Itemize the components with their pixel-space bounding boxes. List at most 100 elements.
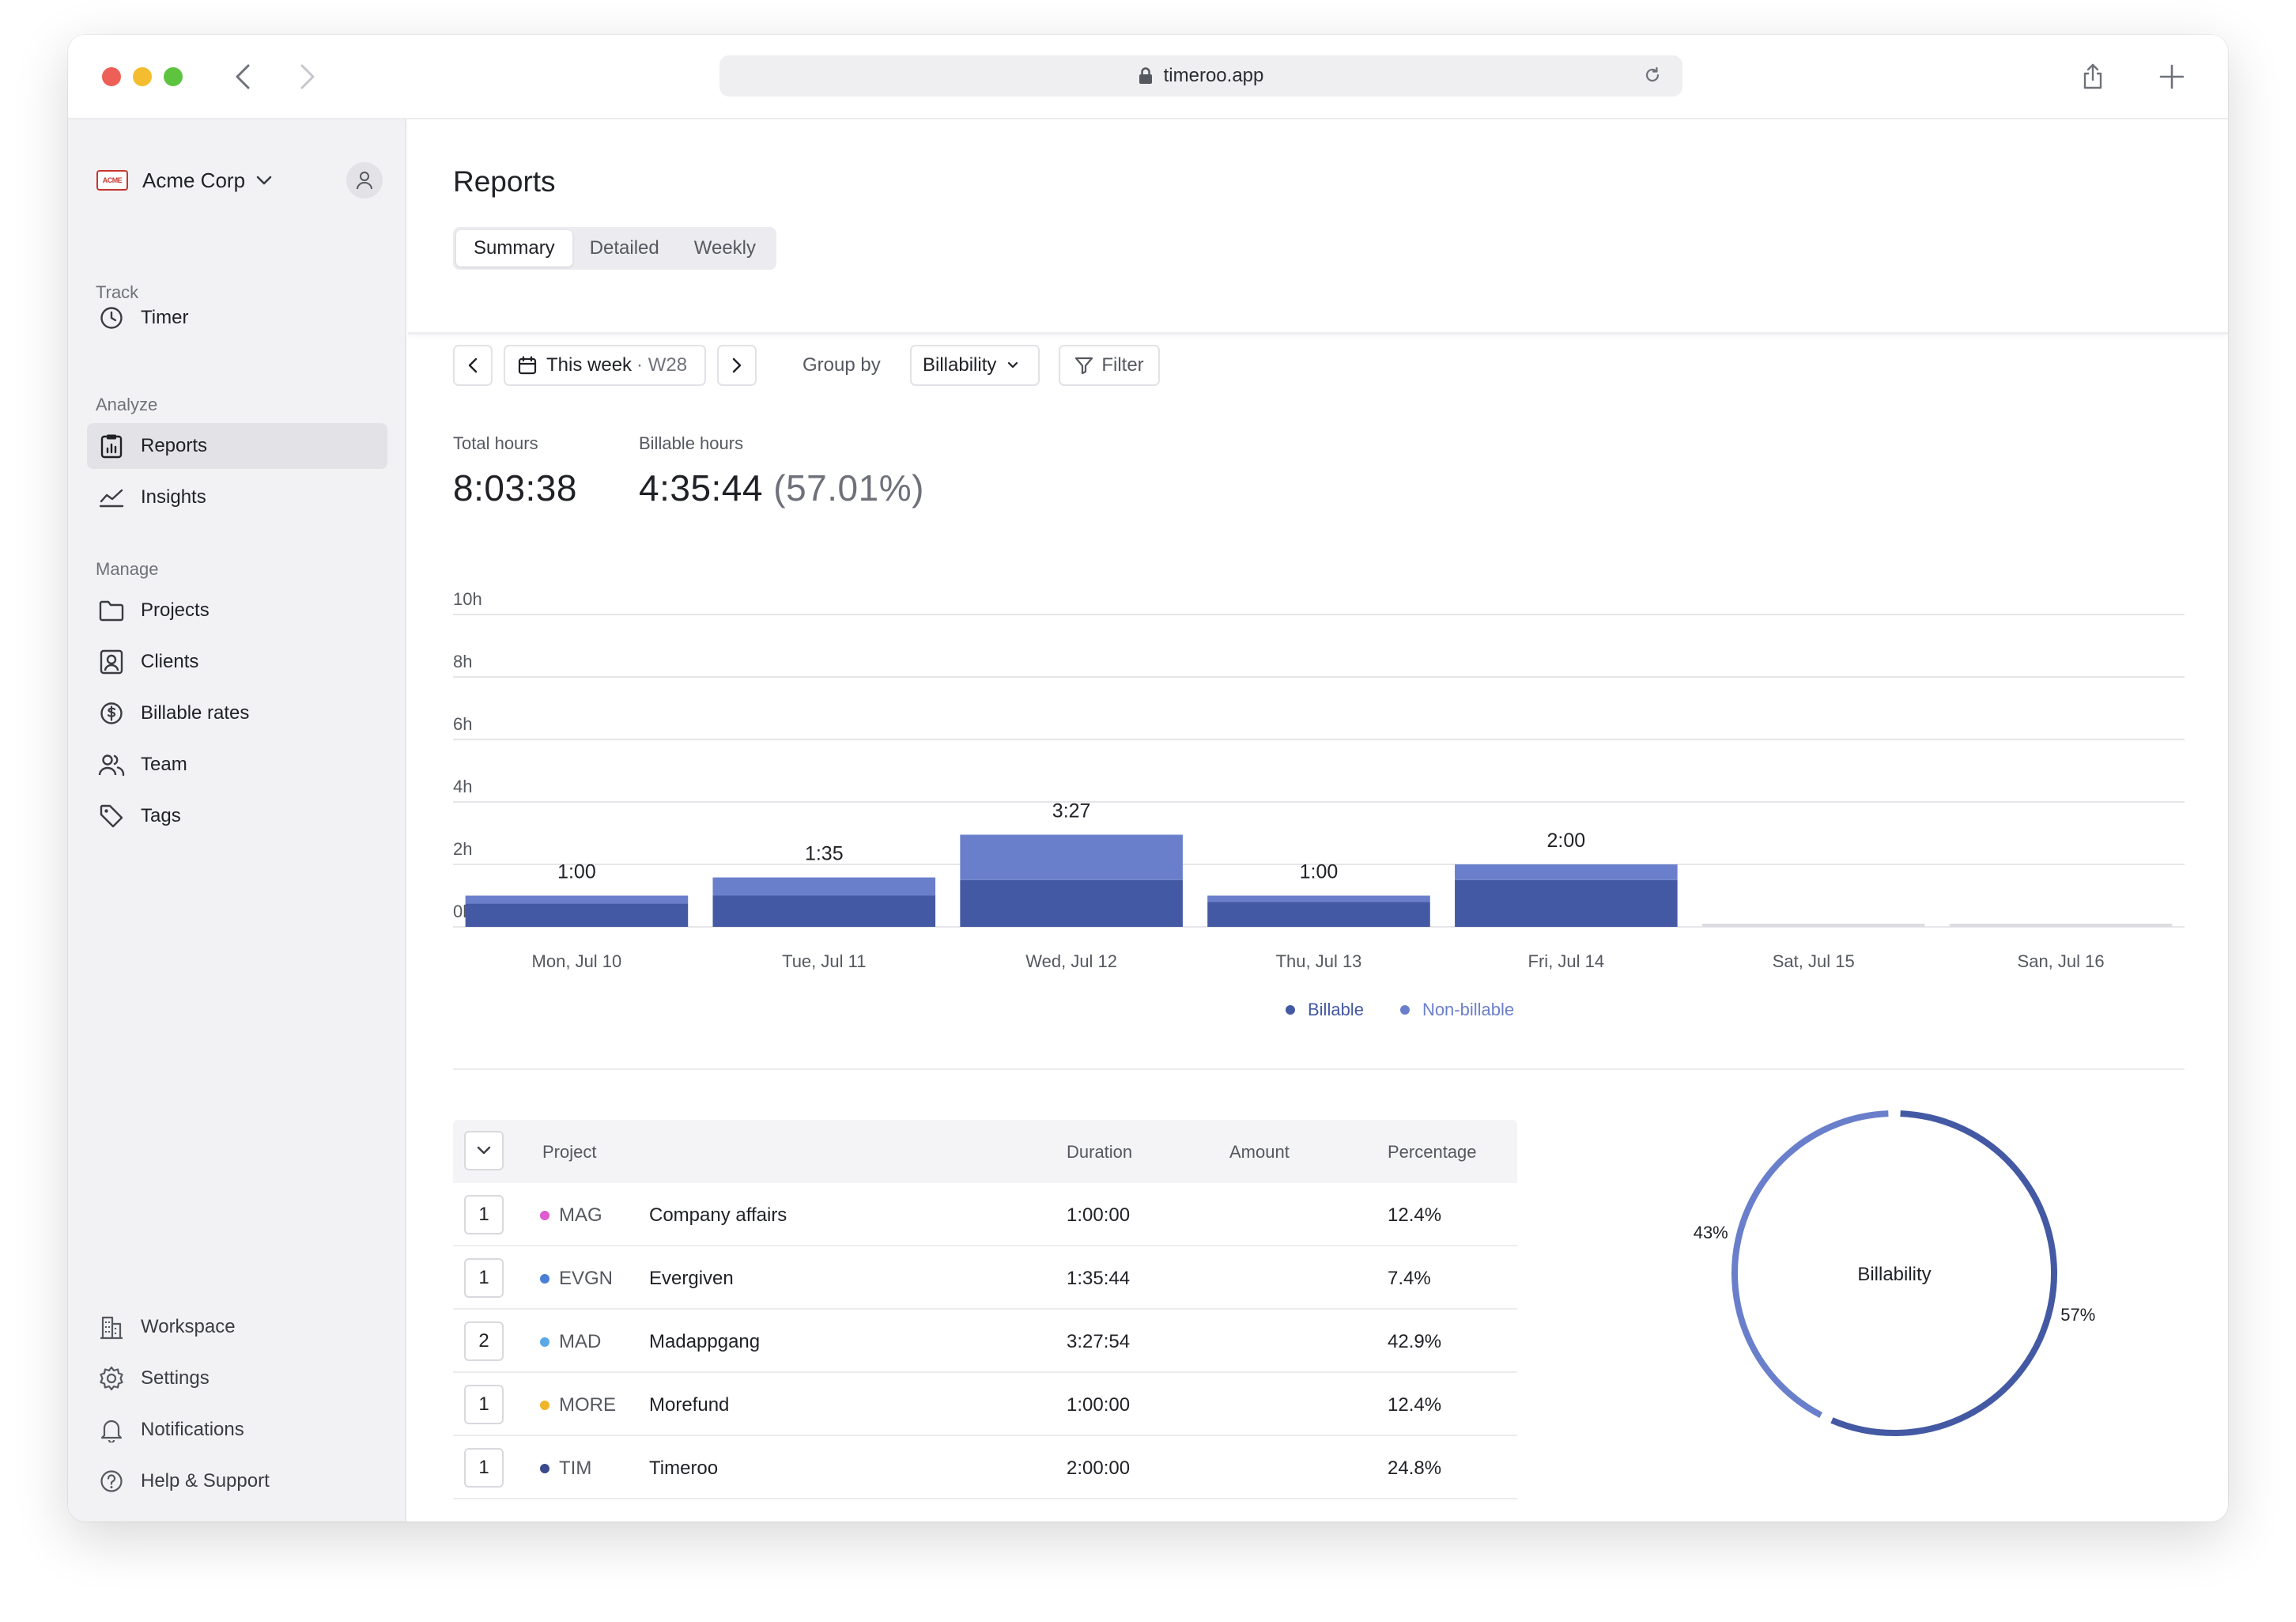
sidebar-item-label: Settings xyxy=(141,1367,210,1389)
reload-icon[interactable] xyxy=(1643,66,1662,90)
x-tick-label: San, Jul 16 xyxy=(2018,951,2105,971)
project-duration: 1:35:44 xyxy=(1067,1268,1131,1289)
column-header-project[interactable]: Project xyxy=(542,1142,596,1163)
sidebar-item-projects[interactable]: Projects xyxy=(87,588,387,633)
donut-slice-label: 57% xyxy=(2060,1305,2095,1325)
chevron-down-icon xyxy=(477,1146,491,1155)
browser-titlebar: timeroo.app xyxy=(68,35,2228,119)
entry-count[interactable]: 1 xyxy=(464,1258,504,1298)
bar-empty xyxy=(1701,924,1925,927)
table-row[interactable]: 1 EVGN Evergiven 1:35:44 7.4% xyxy=(453,1246,1517,1310)
chevron-right-icon xyxy=(300,64,315,89)
bar-segment xyxy=(1455,879,1678,927)
sidebar-item-label: Clients xyxy=(141,651,199,672)
column-header-percentage[interactable]: Percentage xyxy=(1388,1142,1477,1163)
x-tick-label: Mon, Jul 10 xyxy=(532,951,622,971)
sidebar-item-timer[interactable]: Timer xyxy=(87,295,387,341)
share-button[interactable] xyxy=(2075,57,2111,96)
org-name: Acme Corp xyxy=(142,168,246,192)
maximize-window-button[interactable] xyxy=(164,67,183,86)
y-tick-label: 8h xyxy=(453,652,472,671)
sidebar-item-workspace[interactable]: Workspace xyxy=(87,1304,387,1350)
project-code: MORE xyxy=(559,1394,616,1416)
clock-icon xyxy=(98,304,125,331)
plus-icon xyxy=(2159,64,2185,89)
sidebar-item-label: Notifications xyxy=(141,1419,244,1440)
new-tab-button[interactable] xyxy=(2154,57,2190,96)
project-name: Company affairs xyxy=(649,1204,787,1226)
bar-segment xyxy=(465,903,689,927)
y-tick-label: 10h xyxy=(453,589,482,609)
entry-count[interactable]: 1 xyxy=(464,1195,504,1234)
project-code: TIM xyxy=(559,1458,592,1479)
bar-cap xyxy=(960,834,1183,840)
chevron-down-icon xyxy=(256,176,272,185)
chevron-left-icon xyxy=(236,64,250,89)
project-code: MAG xyxy=(559,1204,602,1226)
bar-cap xyxy=(712,877,936,883)
sidebar-item-label: Tags xyxy=(141,805,181,826)
x-tick-label: Sat, Jul 15 xyxy=(1773,951,1855,971)
entry-count[interactable]: 1 xyxy=(464,1448,504,1488)
expand-all-button[interactable] xyxy=(464,1131,504,1170)
table-row[interactable]: 1 TIM Timeroo 2:00:00 24.8% xyxy=(453,1436,1517,1499)
forward-button[interactable] xyxy=(289,57,326,96)
project-name: Madappgang xyxy=(649,1331,761,1352)
table-row[interactable]: 2 MAD Madappgang 3:27:54 42.9% xyxy=(453,1310,1517,1373)
project-name: Timeroo xyxy=(649,1458,719,1479)
bar-segment xyxy=(712,895,936,927)
projects-table: Project Duration Amount Percentage 1 MAG… xyxy=(453,1120,1517,1499)
project-name: Morefund xyxy=(649,1394,730,1416)
entry-count[interactable]: 2 xyxy=(464,1321,504,1361)
sidebar-item-clients[interactable]: Clients xyxy=(87,639,387,685)
line-chart-icon xyxy=(98,484,125,511)
donut-slice-label: 43% xyxy=(1694,1223,1728,1242)
x-tick-label: Fri, Jul 14 xyxy=(1528,951,1605,971)
sidebar-item-notifications[interactable]: Notifications xyxy=(87,1407,387,1453)
sidebar-item-team[interactable]: Team xyxy=(87,742,387,788)
address-bar[interactable]: timeroo.app xyxy=(719,55,1682,96)
y-tick-label: 4h xyxy=(453,777,472,796)
minimize-window-button[interactable] xyxy=(133,67,152,86)
project-name: Evergiven xyxy=(649,1268,734,1289)
project-duration: 2:00:00 xyxy=(1067,1458,1131,1479)
legend-label: Non-billable xyxy=(1422,1000,1515,1019)
sidebar-item-insights[interactable]: Insights xyxy=(87,475,387,520)
section-label-analyze: Analyze xyxy=(96,395,158,414)
table-header: Project Duration Amount Percentage xyxy=(453,1120,1517,1183)
close-window-button[interactable] xyxy=(102,67,121,86)
sidebar-item-label: Insights xyxy=(141,486,206,508)
hours-bar-chart: 0h2h4h6h8h10h1:00Mon, Jul 101:35Tue, Jul… xyxy=(453,589,2185,971)
sidebar-item-reports[interactable]: Reports xyxy=(87,423,387,469)
back-button[interactable] xyxy=(225,57,261,96)
legend-item-non-billable[interactable]: Non-billable xyxy=(1399,1000,1515,1020)
bar-total-label: 1:00 xyxy=(557,861,596,883)
project-percentage: 12.4% xyxy=(1388,1204,1442,1226)
legend-label: Billable xyxy=(1308,1000,1364,1019)
bell-icon xyxy=(98,1416,125,1443)
table-row[interactable]: 1 MAG Company affairs 1:00:00 12.4% xyxy=(453,1183,1517,1246)
bar-total-label: 1:00 xyxy=(1300,861,1339,883)
project-color-dot xyxy=(540,1401,549,1410)
user-avatar-button[interactable] xyxy=(346,162,383,198)
lock-icon xyxy=(1139,67,1153,85)
sidebar-item-help[interactable]: Help & Support xyxy=(87,1458,387,1504)
billability-donut-chart: 57% 43% Billability xyxy=(1694,1110,2095,1436)
org-switcher[interactable]: ACME Acme Corp xyxy=(96,161,272,200)
table-row[interactable]: 1 MORE Morefund 1:00:00 12.4% xyxy=(453,1373,1517,1436)
project-duration: 3:27:54 xyxy=(1067,1331,1131,1352)
project-percentage: 24.8% xyxy=(1388,1458,1442,1479)
sidebar-item-billable-rates[interactable]: Billable rates xyxy=(87,690,387,736)
sidebar-item-settings[interactable]: Settings xyxy=(87,1355,387,1401)
column-header-amount[interactable]: Amount xyxy=(1229,1142,1290,1163)
entry-count[interactable]: 1 xyxy=(464,1385,504,1424)
bar-total-label: 2:00 xyxy=(1547,830,1586,852)
column-header-duration[interactable]: Duration xyxy=(1067,1142,1132,1163)
legend-item-billable[interactable]: Billable xyxy=(1286,1000,1364,1020)
tag-icon xyxy=(98,803,125,830)
sidebar-item-tags[interactable]: Tags xyxy=(87,793,387,839)
url-text: timeroo.app xyxy=(1163,65,1264,86)
project-percentage: 12.4% xyxy=(1388,1394,1442,1416)
sidebar-item-label: Workspace xyxy=(141,1316,236,1337)
user-icon xyxy=(357,172,372,190)
